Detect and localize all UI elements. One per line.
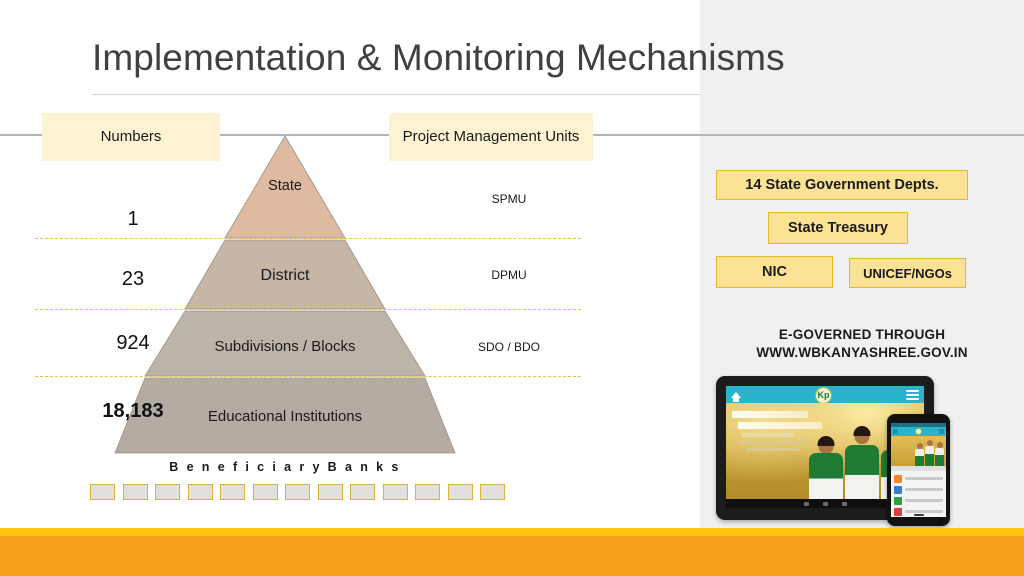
student-figure xyxy=(808,436,844,499)
beneficiary-bank-box xyxy=(447,484,473,500)
app-header-bar: Kp xyxy=(726,386,924,404)
phone-screen xyxy=(891,423,946,517)
phone-menu-item-icon xyxy=(894,496,902,505)
phone-banner xyxy=(891,436,946,466)
phone-menu-item xyxy=(891,484,946,495)
beneficiary-banks-row xyxy=(90,484,505,500)
divider-line-3 xyxy=(35,376,581,377)
phone-menu-item-label xyxy=(905,488,943,491)
beneficiary-bank-box xyxy=(252,484,278,500)
beneficiary-bank-box xyxy=(90,484,115,500)
phone-menu-list xyxy=(891,471,946,517)
number-value-district: 23 xyxy=(121,268,145,290)
beneficiary-bank-box xyxy=(415,484,440,500)
footer-accent-yellow xyxy=(0,528,1024,536)
phone-menu-item-label xyxy=(905,510,943,513)
beneficiary-bank-box xyxy=(317,484,343,500)
beneficiary-bank-box xyxy=(155,484,180,500)
egovernance-line-2: WWW.WBKANYASHREE.GOV.IN xyxy=(756,344,968,360)
phone-logo-icon xyxy=(915,428,922,435)
device-mockup: Kp xyxy=(712,372,962,528)
pmu-value-state: SPMU xyxy=(491,192,527,206)
footer-accent-orange xyxy=(0,536,1024,576)
egovernance-note: E-GOVERNED THROUGH WWW.WBKANYASHREE.GOV.… xyxy=(700,326,1024,361)
phone-home-icon xyxy=(893,429,898,434)
phone-app-header xyxy=(891,427,946,436)
phone-menu-item-label xyxy=(905,477,943,480)
pmu-value-district: DPMU xyxy=(491,268,527,282)
partner-box-state-government-depts: 14 State Government Depts. xyxy=(716,170,968,200)
phone-device xyxy=(887,414,950,526)
pyramid-diagram: State District Subdivisions / Blocks Edu… xyxy=(0,128,600,468)
phone-menu-item xyxy=(891,473,946,484)
partner-box-nic: NIC xyxy=(716,256,833,288)
hamburger-menu-icon xyxy=(906,389,919,400)
partner-box-state-treasury: State Treasury xyxy=(768,212,908,244)
home-icon xyxy=(731,391,741,402)
beneficiary-banks-label: B e n e f i c i a r y B a n k s xyxy=(169,460,401,474)
number-value-state: 1 xyxy=(127,208,139,230)
beneficiary-bank-box xyxy=(187,484,213,500)
divider-line-2 xyxy=(35,309,581,310)
kanyashree-logo-icon: Kp xyxy=(815,387,832,404)
title-underline xyxy=(92,94,700,95)
phone-menu-item-label xyxy=(905,499,943,502)
beneficiary-bank-box xyxy=(382,484,408,500)
beneficiary-bank-box xyxy=(480,484,505,500)
egovernance-line-1: E-GOVERNED THROUGH xyxy=(778,327,946,342)
divider-line-1 xyxy=(35,238,581,239)
phone-menu-item xyxy=(891,495,946,506)
phone-menu-item-icon xyxy=(894,474,902,483)
phone-home-indicator xyxy=(913,514,924,516)
student-figure xyxy=(844,426,880,499)
slide-canvas: Implementation & Monitoring Mechanisms N… xyxy=(0,0,1024,576)
number-value-educational-institutions: 18,183 xyxy=(102,400,164,422)
partner-box-unicef-ngos: UNICEF/NGOs xyxy=(849,258,966,288)
page-title: Implementation & Monitoring Mechanisms xyxy=(92,37,785,78)
pmu-value-subdivisions: SDO / BDO xyxy=(477,340,540,354)
beneficiary-bank-box xyxy=(122,484,148,500)
phone-menu-item-icon xyxy=(894,485,902,494)
beneficiary-bank-box xyxy=(285,484,310,500)
pyramid-level-label-state: State xyxy=(268,178,302,194)
beneficiary-bank-box xyxy=(350,484,375,500)
number-value-subdivisions: 924 xyxy=(116,332,150,354)
phone-menu-item-icon xyxy=(894,507,902,516)
beneficiary-bank-box xyxy=(220,484,245,500)
phone-menu-icon xyxy=(939,429,944,434)
